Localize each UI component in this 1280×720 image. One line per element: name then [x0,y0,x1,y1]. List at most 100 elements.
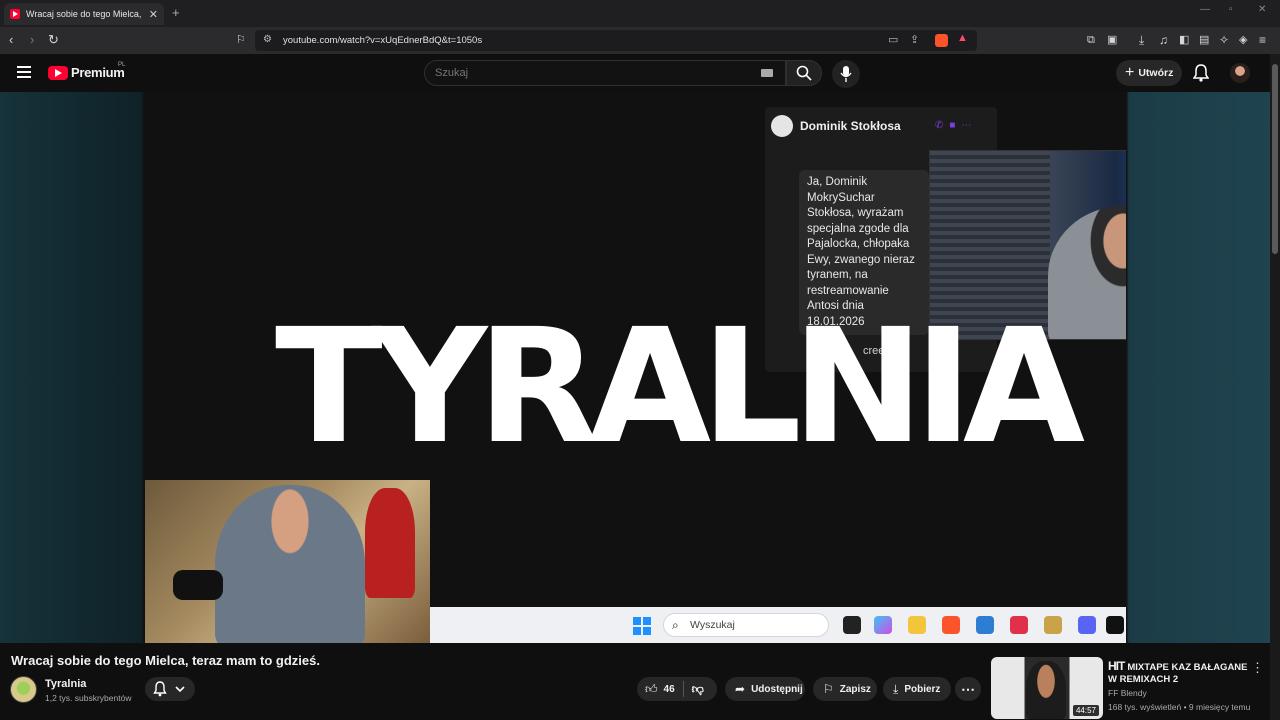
recommended-meta: 168 tys. wyświetleń • 9 miesięcy temu [1108,702,1251,712]
search-input[interactable]: Szukaj [424,60,786,86]
task-view-icon [843,616,861,634]
hamburger-menu-icon[interactable] [17,66,31,81]
taskbar-search: ⌕ Wyszukaj [663,613,829,637]
browser-tab-strip: Wracaj sobie do tego Mielca, te ✕ + — ▫ … [0,0,1280,27]
download-button[interactable]: ⤓ Pobierz [883,677,951,701]
search-button[interactable] [786,60,822,86]
plus-icon: + [1125,64,1135,81]
file-explorer-icon [908,616,926,634]
background-figure [365,488,415,598]
brave-alt-icon [1010,616,1028,634]
window-close-icon[interactable]: ✕ [1258,4,1266,15]
recommended-title-text: MIXTAPE KAZ BAŁAGANE W REMIXACH 2 [1108,662,1248,685]
youtube-logo[interactable]: Premium PL [48,62,126,80]
notifications-icon[interactable] [1193,64,1209,82]
save-button[interactable]: ⚐ Zapisz [813,677,877,701]
scrollbar-thumb[interactable] [1272,64,1278,254]
site-settings-icon[interactable]: ⚙ [263,34,272,45]
address-bar[interactable]: ⚙ youtube.com/watch?v=xUqEdnerBdQ&t=1050… [255,30,977,51]
maximize-icon[interactable]: ▫ [1229,4,1233,15]
windows-taskbar: ⌕ Wyszukaj [430,607,1126,643]
taskbar-search-label: Wyszukaj [690,619,735,631]
account-avatar[interactable] [1230,63,1250,83]
tab-title: Wracaj sobie do tego Mielca, te [26,9,143,19]
sidebar-icon[interactable]: ◧ [1179,32,1189,48]
subscriber-count: 1,2 tys. subskrybentów [45,693,132,703]
divider [682,681,684,697]
video-info: Wracaj sobie do tego Mielca, teraz mam t… [0,643,981,720]
back-icon[interactable]: ‹ [9,32,13,48]
brave-shield-icon[interactable] [935,34,948,47]
extensions-icon[interactable]: ⧉ [1087,32,1095,48]
recommended-thumbnail[interactable]: 44:57 [991,657,1103,719]
recommendation-menu-icon[interactable]: ⋮ [1251,660,1264,676]
media-icon[interactable]: ♫ [1159,32,1168,48]
youtube-favicon-icon [10,9,20,19]
channel-title-overlay: TYRALNIA [275,295,1085,479]
video-duration: 44:57 [1072,705,1099,716]
more-actions-button[interactable]: ⋯ [955,677,981,701]
forward-icon[interactable]: › [30,32,34,48]
leo-ai-icon[interactable]: ✧ [1219,32,1229,48]
keyboard-icon[interactable] [761,69,773,77]
save-label: Zapisz [839,683,871,695]
search-placeholder: Szukaj [435,67,469,79]
logo-text: Premium [71,65,125,80]
create-button[interactable]: + Utwórz [1116,60,1182,86]
wallet-icon[interactable]: ▤ [1199,32,1209,48]
minimize-icon[interactable]: — [1200,4,1210,15]
chevron-down-icon [175,686,185,693]
vpn-icon[interactable]: ◈ [1239,32,1247,48]
dislike-icon[interactable]: 👎︎ [692,682,704,697]
youtube-header: Premium PL Szukaj + Utwórz [0,54,1280,92]
more-icon: ⋯ [961,680,975,697]
channel-avatar[interactable] [10,676,37,703]
league-icon [1044,616,1062,634]
channel-name[interactable]: Tyralnia [45,678,86,690]
downloads-icon[interactable]: ⤓ [1139,32,1144,48]
youtube-play-icon [48,65,68,80]
chat-avatar [771,115,793,137]
like-icon[interactable]: 👍︎ [645,682,658,697]
close-tab-icon[interactable]: ✕ [149,8,158,21]
thumbnail-face [1026,661,1066,719]
copilot-icon [874,616,892,634]
recommended-title-hit: HIT [1108,659,1125,673]
microphone [173,570,223,600]
create-label: Utwórz [1138,67,1174,79]
discord-icon [1078,616,1096,634]
reload-icon[interactable]: ↻ [48,32,59,48]
chat-call-icons: ✆■⋯ [935,120,978,131]
bookmark-icon[interactable]: ⚐ [236,32,246,48]
video-player[interactable]: Dominik Stokłosa ✆■⋯ Ja, Dominik MokrySu… [145,92,1126,643]
bell-icon [153,681,167,697]
new-tab-button[interactable]: + [172,5,180,20]
like-count[interactable]: 46 [664,684,675,695]
browser-toolbar: ‹ › ↻ ⚐ ⚙ youtube.com/watch?v=xUqEdnerBd… [0,27,1280,54]
taskbar-search-icon: ⌕ [672,618,679,632]
share-button[interactable]: ➦ Udostępnij [725,677,805,701]
download-label: Pobierz [904,683,941,695]
subscription-bell-button[interactable] [145,677,195,701]
tab-manager-icon[interactable]: ▣ [1107,32,1117,48]
video-title: Wracaj sobie do tego Mielca, teraz mam t… [11,653,320,668]
share-icon[interactable]: ⇪ [910,33,919,46]
recommended-channel[interactable]: FF Blendy [1108,688,1147,698]
guest-webcam [145,480,430,643]
app-icon [1106,616,1124,634]
voice-search-button[interactable] [832,60,860,88]
country-code: PL [118,62,126,68]
recommended-title[interactable]: HIT MIXTAPE KAZ BAŁAGANE W REMIXACH 2 [1108,660,1248,686]
recommended-video[interactable]: 44:57 HIT MIXTAPE KAZ BAŁAGANE W REMIXACH… [991,657,1271,720]
menu-icon[interactable]: ≡ [1259,32,1266,48]
like-dislike-group: 👍︎ 46 👎︎ [637,677,717,701]
share-label: Udostępnij [751,683,803,695]
browser-tab[interactable]: Wracaj sobie do tego Mielca, te ✕ [4,3,164,25]
chat-contact-name: Dominik Stokłosa [800,119,901,133]
bookmark-save-icon: ⚐ [823,682,834,696]
rewards-icon[interactable]: ▲ [957,32,968,44]
cast-icon[interactable]: ▭ [888,33,898,46]
guest-figure [215,485,365,643]
page-scrollbar[interactable] [1270,54,1280,720]
windows-start-icon [633,617,651,635]
